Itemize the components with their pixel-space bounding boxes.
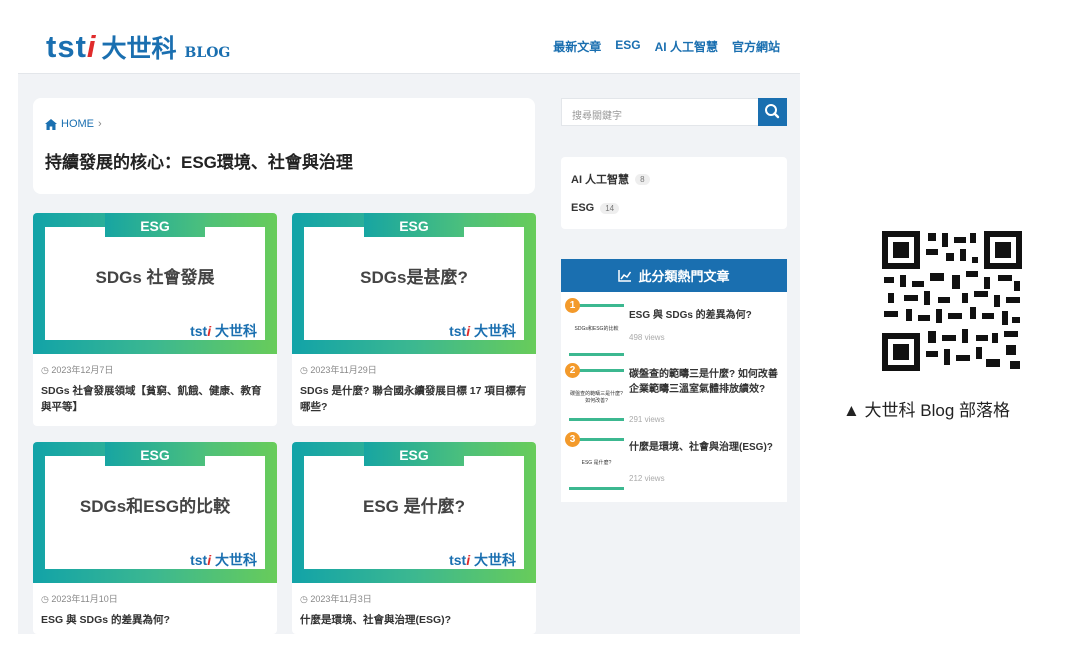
article-thumbnail[interactable]: ESG SDGs和ESG的比較 tsti 大世科 (33, 442, 277, 583)
category-name: AI 人工智慧 (571, 174, 630, 186)
popular-thumb-text: SDGs和ESG的比較 (574, 326, 619, 332)
popular-views: 291 views (629, 415, 665, 424)
popular-item[interactable]: ESG 是什麼? 3 什麼是環境、社會與治理(ESG)? 212 views (565, 432, 783, 490)
rank-badge: 1 (565, 298, 580, 313)
popular-item[interactable]: SDGs和ESG的比較 1 ESG 與 SDGs 的差異為何? 498 view… (565, 298, 783, 356)
breadcrumb: HOME › (45, 118, 102, 130)
rank-badge: 3 (565, 432, 580, 447)
thumbnail-title: ESG 是什麼? (362, 497, 465, 516)
qr-code (882, 231, 1022, 371)
brand-cn: 大世科 (474, 552, 516, 568)
thumbnail-title: SDGs 社會發展 (95, 268, 215, 287)
article-date-text: 2023年12月7日 (51, 365, 114, 375)
qr-caption: ▲ 大世科 Blog 部落格 (843, 401, 1011, 420)
nav-esg[interactable]: ESG (615, 38, 640, 55)
popular-posts: 此分類熱門文章 SDGs和ESG的比較 1 ESG 與 SDGs 的差異為何? … (561, 259, 787, 502)
blog-page-screenshot: tst i 大世科 BLOG 最新文章 ESG AI 人工智慧 官方網站 HOM… (18, 0, 800, 634)
popular-views: 498 views (629, 333, 665, 342)
brand-latin: tst (449, 552, 467, 568)
popular-thumbnail[interactable]: SDGs和ESG的比較 (569, 304, 624, 356)
thumbnail-brand: tsti 大世科 (190, 321, 257, 341)
article-title[interactable]: SDGs 社會發展領域【貧窮、飢餓、健康、教育與平等】 (41, 383, 269, 415)
popular-thumbnail[interactable]: ESG 是什麼? (569, 438, 624, 490)
logo-i: i (86, 29, 96, 64)
site-header: tst i 大世科 BLOG 最新文章 ESG AI 人工智慧 官方網站 (18, 0, 800, 74)
brand-i: i (207, 323, 212, 339)
breadcrumb-home[interactable]: HOME (61, 118, 94, 130)
brand-i: i (207, 552, 212, 568)
brand-cn: 大世科 (474, 323, 516, 339)
breadcrumb-separator: › (98, 118, 102, 130)
category-item-esg[interactable]: ESG 14 (571, 202, 620, 214)
logo-cn: 大世科 (101, 35, 177, 63)
popular-thumbnail[interactable]: 碳盤查的範疇三是什麼?如何改善? (569, 369, 624, 421)
article-title[interactable]: 什麼是環境、社會與治理(ESG)? (300, 612, 528, 628)
thumbnail-brand: tsti 大世科 (449, 550, 516, 570)
category-list: AI 人工智慧 8 ESG 14 (561, 157, 787, 229)
search-icon (765, 104, 780, 119)
main-nav: 最新文章 ESG AI 人工智慧 官方網站 (553, 38, 780, 55)
brand-cn: 大世科 (215, 552, 257, 568)
popular-item[interactable]: 碳盤查的範疇三是什麼?如何改善? 2 碳盤查的範疇三是什麼? 如何改善企業範疇三… (565, 363, 783, 424)
brand-i: i (466, 323, 471, 339)
category-count: 14 (600, 202, 620, 214)
page-title: 持續發展的核心：ESG環境、社會與治理 (45, 153, 353, 172)
logo-latin: tst (46, 29, 87, 64)
chart-line-icon (618, 269, 632, 282)
popular-heading: 此分類熱門文章 (561, 259, 787, 292)
article-title[interactable]: SDGs 是什麼? 聯合國永續發展目標 17 項目標有哪些? (300, 383, 528, 415)
search-input[interactable]: 搜尋關鍵字 (572, 107, 622, 122)
popular-thumb-text: ESG 是什麼? (581, 460, 612, 466)
popular-thumb-text: 碳盤查的範疇三是什麼?如何改善? (570, 391, 623, 404)
thumbnail-tag: ESG (364, 213, 464, 237)
popular-title[interactable]: 碳盤查的範疇三是什麼? 如何改善企業範疇三溫室氣體排放績效? (629, 367, 783, 397)
thumbnail-tag: ESG (364, 442, 464, 466)
article-date: ◷ 2023年11月10日 (41, 594, 118, 604)
brand-latin: tst (190, 552, 208, 568)
popular-title[interactable]: ESG 與 SDGs 的差異為何? (629, 308, 783, 323)
brand-i: i (466, 552, 471, 568)
article-date-text: 2023年11月29日 (310, 365, 377, 375)
thumbnail-tag: ESG (105, 442, 205, 466)
article-date: ◷ 2023年12月7日 (41, 365, 114, 375)
search-button[interactable] (758, 98, 787, 126)
category-item-ai[interactable]: AI 人工智慧 8 (571, 171, 650, 187)
article-card[interactable]: ESG SDGs是甚麼? tsti 大世科 ◷ 2023年11月29日 SDGs… (292, 213, 536, 426)
article-date: ◷ 2023年11月29日 (300, 365, 377, 375)
brand-latin: tst (449, 323, 467, 339)
article-card[interactable]: ESG SDGs 社會發展 tsti 大世科 ◷ 2023年12月7日 SDGs… (33, 213, 277, 426)
category-name: ESG (571, 202, 595, 214)
search-box[interactable]: 搜尋關鍵字 (561, 98, 787, 126)
brand-latin: tst (190, 323, 208, 339)
nav-official-site[interactable]: 官方網站 (732, 38, 780, 55)
article-thumbnail[interactable]: ESG SDGs 社會發展 tsti 大世科 (33, 213, 277, 354)
rank-badge: 2 (565, 363, 580, 378)
thumbnail-tag: ESG (105, 213, 205, 237)
popular-title[interactable]: 什麼是環境、社會與治理(ESG)? (629, 440, 783, 455)
thumbnail-brand: tsti 大世科 (449, 321, 516, 341)
nav-ai[interactable]: AI 人工智慧 (655, 38, 718, 55)
thumbnail-title: SDGs和ESG的比較 (79, 497, 231, 516)
title-card: HOME › 持續發展的核心：ESG環境、社會與治理 (33, 98, 535, 194)
popular-heading-text: 此分類熱門文章 (638, 269, 730, 284)
popular-views: 212 views (629, 474, 665, 483)
article-date-text: 2023年11月3日 (310, 594, 372, 604)
brand-cn: 大世科 (215, 323, 257, 339)
home-icon (45, 118, 57, 130)
thumbnail-title: SDGs是甚麼? (360, 268, 468, 287)
article-title[interactable]: ESG 與 SDGs 的差異為何? (41, 612, 269, 628)
logo-blog: BLOG (184, 45, 231, 61)
article-date: ◷ 2023年11月3日 (300, 594, 372, 604)
article-card[interactable]: ESG ESG 是什麼? tsti 大世科 ◷ 2023年11月3日 什麼是環境… (292, 442, 536, 634)
nav-latest[interactable]: 最新文章 (553, 38, 601, 55)
article-thumbnail[interactable]: ESG ESG 是什麼? tsti 大世科 (292, 442, 536, 583)
site-logo[interactable]: tst i 大世科 BLOG (46, 29, 230, 65)
article-card[interactable]: ESG SDGs和ESG的比較 tsti 大世科 ◷ 2023年11月10日 E… (33, 442, 277, 634)
thumbnail-brand: tsti 大世科 (190, 550, 257, 570)
category-count: 8 (635, 173, 650, 185)
article-thumbnail[interactable]: ESG SDGs是甚麼? tsti 大世科 (292, 213, 536, 354)
article-date-text: 2023年11月10日 (51, 594, 118, 604)
